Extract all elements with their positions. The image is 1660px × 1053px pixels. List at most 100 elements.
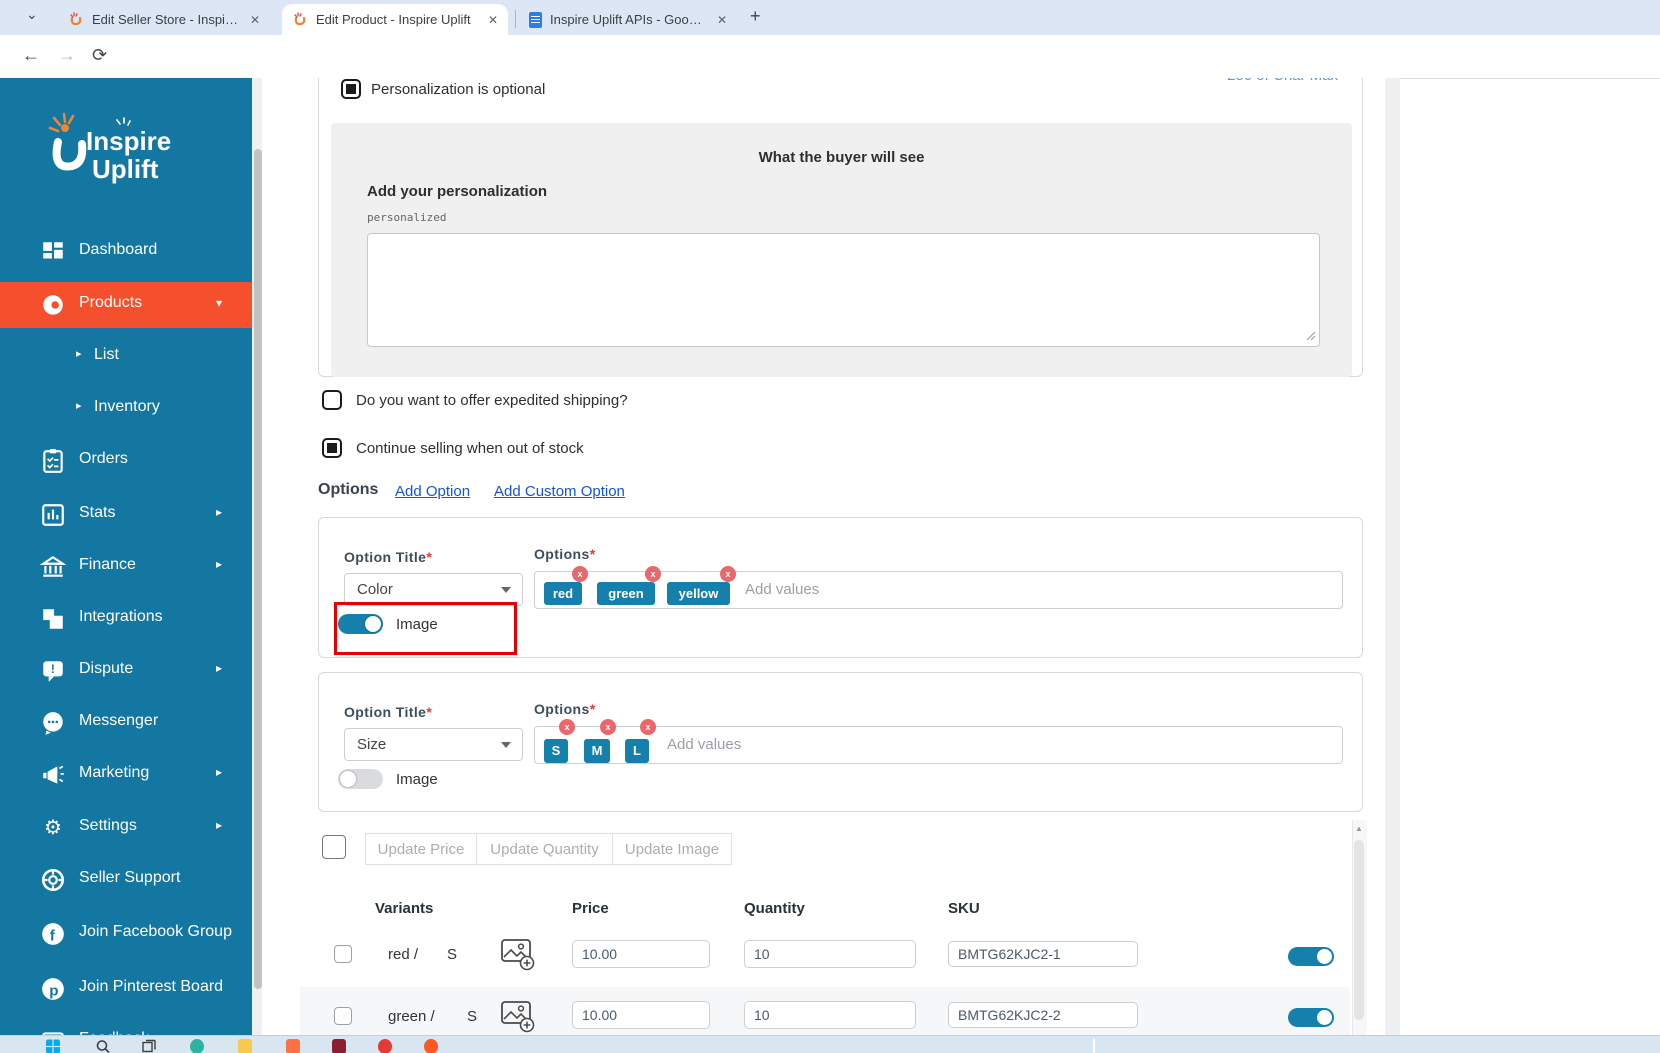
variant-name: red /: [388, 946, 419, 963]
sidebar-item-finance[interactable]: Finance ▸: [0, 545, 252, 589]
back-icon[interactable]: ←: [22, 45, 40, 66]
remove-value-icon[interactable]: x: [640, 719, 656, 735]
task-view-icon[interactable]: [142, 1039, 156, 1053]
value-chip[interactable]: yellow: [667, 582, 730, 605]
app-icon[interactable]: [190, 1039, 204, 1053]
option-values-label: Options*: [534, 701, 596, 717]
sidebar-item-integrations[interactable]: Integrations: [0, 597, 252, 641]
value-chip[interactable]: M: [584, 739, 610, 763]
remove-value-icon[interactable]: x: [720, 566, 736, 582]
options-section-title: Options: [318, 481, 379, 498]
add-option-link[interactable]: Add Option: [395, 483, 470, 500]
logo-line1: Inspire: [86, 126, 171, 156]
price-input[interactable]: [572, 940, 710, 968]
textarea-resize-handle[interactable]: [1306, 331, 1316, 341]
marketing-icon: [43, 765, 64, 784]
price-input[interactable]: [572, 1001, 710, 1029]
screen: ⌄ Edit Seller Store - Inspire Uplift ✕ E…: [0, 0, 1660, 1053]
feedback-icon: [42, 1032, 64, 1035]
reload-icon[interactable]: ⟳: [92, 45, 107, 66]
variant-checkbox[interactable]: [334, 1007, 352, 1025]
tab-list-chevron-icon[interactable]: ⌄: [26, 6, 38, 23]
personalization-textarea[interactable]: [367, 233, 1320, 347]
variant-active-toggle[interactable]: [1288, 947, 1334, 966]
variant-checkbox[interactable]: [334, 945, 352, 963]
sidebar-item-inventory[interactable]: ▸ Inventory: [0, 387, 252, 431]
messenger-icon: [43, 712, 63, 735]
variant-row: red / S: [300, 925, 1350, 987]
app-icon[interactable]: [286, 1039, 300, 1053]
tab-edit-product[interactable]: Edit Product - Inspire Uplift ✕: [282, 4, 508, 35]
sidebar-item-products[interactable]: Products ▾: [0, 282, 252, 328]
value-chip[interactable]: green: [597, 582, 655, 605]
update-price-button[interactable]: Update Price: [365, 833, 477, 865]
personalization-optional-checkbox[interactable]: [341, 79, 361, 99]
continue-selling-checkbox[interactable]: [322, 438, 342, 458]
option-title-select[interactable]: Size: [344, 728, 523, 761]
remove-value-icon[interactable]: x: [572, 566, 588, 582]
add-custom-option-link[interactable]: Add Custom Option: [494, 483, 625, 500]
col-price: Price: [572, 900, 609, 917]
select-all-variants-checkbox[interactable]: [322, 835, 346, 859]
variant-active-toggle[interactable]: [1288, 1008, 1334, 1027]
option-card-color: ✕ Option Title* Color Options* red x gre…: [318, 517, 1363, 658]
search-icon[interactable]: [96, 1039, 110, 1053]
update-image-button[interactable]: Update Image: [612, 833, 732, 865]
add-values-placeholder: Add values: [667, 736, 742, 753]
value-chip[interactable]: red: [544, 582, 582, 605]
tab-close-icon[interactable]: ✕: [488, 13, 498, 27]
tab-title: Edit Product - Inspire Uplift: [316, 12, 471, 27]
add-image-icon[interactable]: [498, 995, 536, 1035]
variant-size: S: [447, 946, 458, 963]
remove-value-icon[interactable]: x: [600, 719, 616, 735]
tab-close-icon[interactable]: ✕: [717, 13, 727, 27]
sidebar-item-marketing[interactable]: Marketing ▸: [0, 753, 252, 797]
expedited-shipping-checkbox[interactable]: [322, 390, 342, 410]
dispute-icon: !: [43, 661, 63, 682]
char-max-link[interactable]: 250 of Char Max: [1227, 78, 1338, 84]
sidebar-item-seller-support[interactable]: Seller Support: [0, 858, 252, 902]
browser-icon[interactable]: [424, 1039, 438, 1053]
page-scrollbar[interactable]: [1385, 78, 1400, 1035]
tab-edit-seller-store[interactable]: Edit Seller Store - Inspire Uplift ✕: [58, 4, 270, 35]
update-quantity-button[interactable]: Update Quantity: [476, 833, 613, 865]
sku-input[interactable]: [948, 1002, 1138, 1028]
inspire-uplift-logo[interactable]: Inspire Uplift: [40, 108, 230, 198]
new-tab-button[interactable]: +: [750, 6, 761, 27]
sidebar-scrollbar-thumb[interactable]: [254, 149, 262, 989]
option-values-input[interactable]: red x green x yellow x Add values: [534, 566, 1343, 609]
image-toggle[interactable]: [338, 769, 383, 789]
browser-icon[interactable]: [378, 1039, 392, 1053]
quantity-input[interactable]: [744, 940, 916, 968]
tab-google-doc[interactable]: Inspire Uplift APIs - Google Doc ✕: [519, 4, 737, 35]
chevron-down-icon: ▾: [216, 296, 223, 310]
option-values-input[interactable]: S x M x L x Add values: [534, 719, 1343, 764]
sidebar-item-dashboard[interactable]: Dashboard: [0, 230, 252, 274]
scroll-up-icon[interactable]: ▲: [1353, 824, 1365, 833]
remove-value-icon[interactable]: x: [645, 566, 661, 582]
sidebar-item-join-facebook[interactable]: f Join Facebook Group: [0, 912, 252, 956]
sidebar-item-list[interactable]: ▸ List: [0, 335, 252, 379]
sidebar-item-messenger[interactable]: Messenger: [0, 701, 252, 745]
add-image-icon[interactable]: [498, 933, 536, 975]
sku-input[interactable]: [948, 941, 1138, 967]
variants-scrollbar-thumb[interactable]: [1354, 840, 1364, 1020]
windows-start-icon[interactable]: [46, 1039, 60, 1053]
col-sku: SKU: [948, 900, 980, 917]
quantity-input[interactable]: [744, 1001, 916, 1029]
forward-icon[interactable]: →: [58, 45, 76, 66]
tab-close-icon[interactable]: ✕: [250, 13, 260, 27]
app-icon[interactable]: [332, 1039, 346, 1053]
sidebar-item-join-pinterest[interactable]: p Join Pinterest Board: [0, 967, 252, 1011]
sidebar-item-feedback[interactable]: Feedback: [0, 1019, 252, 1035]
value-chip[interactable]: L: [625, 739, 649, 763]
sidebar-item-orders[interactable]: Orders: [0, 439, 252, 483]
value-chip[interactable]: S: [544, 739, 568, 763]
remove-value-icon[interactable]: x: [559, 719, 575, 735]
sidebar-item-stats[interactable]: Stats ▸: [0, 493, 252, 537]
caret-right-icon: ▸: [76, 348, 82, 360]
file-explorer-icon[interactable]: [238, 1039, 252, 1053]
sidebar-item-dispute[interactable]: ! Dispute ▸: [0, 649, 252, 693]
caret-right-icon: ▸: [76, 400, 82, 412]
sidebar-item-settings[interactable]: ⚙ Settings ▸: [0, 806, 252, 850]
